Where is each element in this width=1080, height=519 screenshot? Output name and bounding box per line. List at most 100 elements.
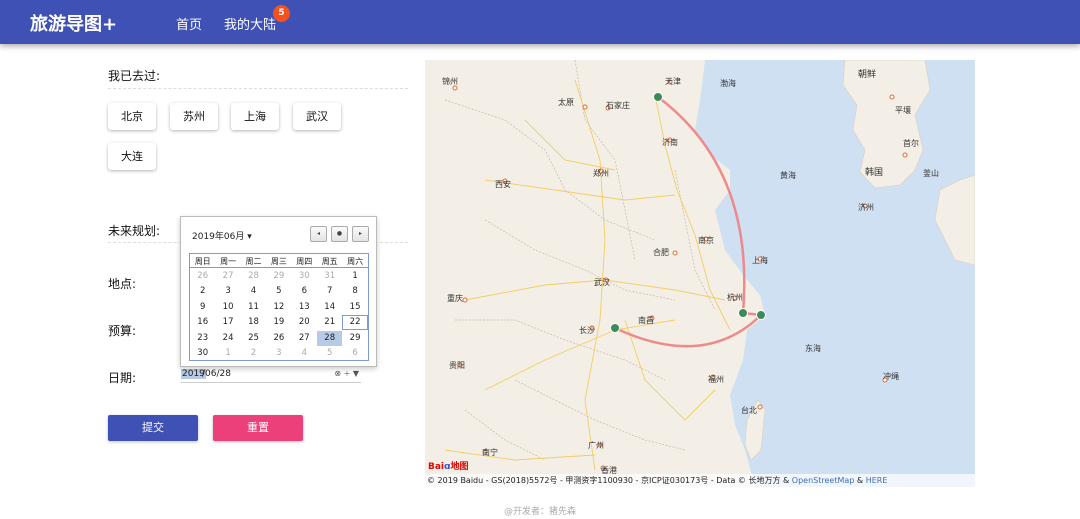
baidu-logo-tail: 地图 <box>450 462 469 472</box>
budget-label: 预算: <box>108 324 137 338</box>
calendar-day[interactable]: 15 <box>342 300 367 315</box>
calendar-day[interactable]: 19 <box>266 315 291 330</box>
visited-divider <box>108 88 408 89</box>
date-label: 日期: <box>108 371 137 385</box>
calendar-day[interactable]: 16 <box>190 315 215 330</box>
city-chip-dalian[interactable]: 大连 <box>108 143 156 170</box>
calendar-day[interactable]: 30 <box>190 346 215 361</box>
openstreetmap-link[interactable]: OpenStreetMap <box>792 476 855 485</box>
calendar-day[interactable]: 9 <box>190 300 215 315</box>
calendar-day[interactable]: 29 <box>266 269 291 284</box>
calendar-day[interactable]: 4 <box>241 284 266 299</box>
calendar-day[interactable]: 20 <box>292 315 317 330</box>
calendar-day[interactable]: 22 <box>342 315 368 331</box>
here-link[interactable]: HERE <box>866 476 888 485</box>
nav-my-continent-link[interactable]: 我的大陆 <box>224 14 276 33</box>
date-input[interactable]: 2019/06/28 ⊗ ÷ ▼ <box>181 369 361 383</box>
city-chip-suzhou[interactable]: 苏州 <box>170 103 218 130</box>
calendar-day[interactable]: 26 <box>266 331 291 346</box>
calendar-day[interactable]: 8 <box>342 284 367 299</box>
calendar-day[interactable]: 27 <box>292 331 317 346</box>
city-chip-shanghai[interactable]: 上海 <box>231 103 279 130</box>
nav-home-link[interactable]: 首页 <box>176 14 202 33</box>
calendar-day[interactable]: 28 <box>317 330 343 346</box>
marker-beijing[interactable] <box>653 92 663 102</box>
calendar-day[interactable]: 27 <box>215 269 240 284</box>
calendar-day[interactable]: 2 <box>190 284 215 299</box>
calendar-day[interactable]: 14 <box>317 300 342 315</box>
marker-wuhan[interactable] <box>610 323 620 333</box>
calendar-weekday: 周五 <box>321 257 338 266</box>
calendar-day[interactable]: 25 <box>241 331 266 346</box>
calendar-day[interactable]: 31 <box>317 269 342 284</box>
calendar-next-button[interactable]: ▸ <box>352 226 369 242</box>
map-label-zhengzhou: 郑州 <box>593 169 609 178</box>
baidu-map-logo[interactable]: Baiɑ地图 <box>428 459 469 472</box>
calendar-weekday: 周三 <box>270 257 287 266</box>
calendar-day[interactable]: 23 <box>190 331 215 346</box>
map-label-bohai: 渤海 <box>720 79 736 88</box>
date-input-controls[interactable]: ⊗ ÷ ▼ <box>334 369 359 378</box>
calendar-day[interactable]: 2 <box>241 346 266 361</box>
baidu-map[interactable]: 锦州 天津 渤海 太原 石家庄 济南 西安 郑州 黄海 合肥 南京 上海 武汉 … <box>425 60 975 487</box>
calendar-day[interactable]: 6 <box>292 284 317 299</box>
notification-badge: 5 <box>273 5 290 22</box>
map-label-tianjin: 天津 <box>665 77 681 86</box>
map-label-east-china-sea: 东海 <box>805 344 821 353</box>
city-chip-wuhan[interactable]: 武汉 <box>293 103 341 130</box>
map-label-seoul: 首尔 <box>903 139 919 148</box>
calendar-weekday-header: 周日 周一 周二 周三 周四 周五 周六 <box>190 254 368 268</box>
calendar-day[interactable]: 28 <box>241 269 266 284</box>
marker-shanghai[interactable] <box>756 310 766 320</box>
map-label-nanning: 南宁 <box>482 448 498 457</box>
calendar-day[interactable]: 30 <box>292 269 317 284</box>
map-label-south-korea: 韩国 <box>865 168 884 178</box>
calendar-weekday: 周六 <box>347 257 364 266</box>
calendar-grid: 周日 周一 周二 周三 周四 周五 周六 26 27 28 29 30 31 1 2 3 4 5 6 7 8 9 10 11… <box>189 253 369 361</box>
map-label-okinawa: 冲绳 <box>883 372 899 381</box>
map-label-guangzhou: 广州 <box>588 441 604 450</box>
baidu-logo-text: Bai <box>428 462 445 472</box>
calendar-day[interactable]: 4 <box>292 346 317 361</box>
map-copyright: © 2019 Baidu - GS(2018)5572号 - 甲测资字11009… <box>425 474 975 487</box>
calendar-day[interactable]: 7 <box>317 284 342 299</box>
place-label: 地点: <box>108 277 137 291</box>
app-brand[interactable]: 旅游导图+ <box>30 10 117 36</box>
calendar-day[interactable]: 26 <box>190 269 215 284</box>
marker-suzhou[interactable] <box>738 308 748 318</box>
calendar-day[interactable]: 29 <box>342 331 367 346</box>
province-borders <box>444 60 716 461</box>
calendar-today-button[interactable]: ● <box>331 226 348 242</box>
calendar-day[interactable]: 1 <box>342 269 367 284</box>
calendar-day[interactable]: 1 <box>215 346 240 361</box>
calendar-day[interactable]: 5 <box>266 284 291 299</box>
calendar-day[interactable]: 12 <box>266 300 291 315</box>
map-label-guiyang: 贵阳 <box>449 361 465 370</box>
calendar-weekday: 周二 <box>245 257 262 266</box>
map-canvas <box>444 60 975 487</box>
calendar-day[interactable]: 13 <box>292 300 317 315</box>
calendar-day[interactable]: 3 <box>215 284 240 299</box>
calendar-day[interactable]: 24 <box>215 331 240 346</box>
calendar-day[interactable]: 18 <box>241 315 266 330</box>
calendar-day[interactable]: 5 <box>317 346 342 361</box>
top-app-bar: 旅游导图+ 首页 我的大陆 5 <box>0 0 1080 44</box>
calendar-month-select[interactable]: 2019年06月 ▾ <box>192 229 252 242</box>
map-label-shanghai: 上海 <box>752 256 768 265</box>
calendar-day[interactable]: 3 <box>266 346 291 361</box>
submit-button[interactable]: 提交 <box>108 415 198 441</box>
map-label-taipei: 台北 <box>741 406 757 415</box>
calendar-day[interactable]: 10 <box>215 300 240 315</box>
reset-button[interactable]: 重置 <box>213 415 303 441</box>
map-label-jinan: 济南 <box>662 138 678 147</box>
date-picker-popup: 2019年06月 ▾ ◂ ● ▸ 周日 周一 周二 周三 周四 周五 周六 26 27 28 29… <box>180 216 377 367</box>
calendar-day[interactable]: 6 <box>342 346 367 361</box>
map-label-nanjing: 南京 <box>698 236 714 245</box>
calendar-day[interactable]: 17 <box>215 315 240 330</box>
calendar-day[interactable]: 11 <box>241 300 266 315</box>
map-label-chongqing: 重庆 <box>447 294 463 303</box>
calendar-prev-button[interactable]: ◂ <box>310 226 327 242</box>
city-chip-beijing[interactable]: 北京 <box>108 103 156 130</box>
calendar-day[interactable]: 21 <box>317 315 342 330</box>
calendar-weekday: 周一 <box>220 257 237 266</box>
